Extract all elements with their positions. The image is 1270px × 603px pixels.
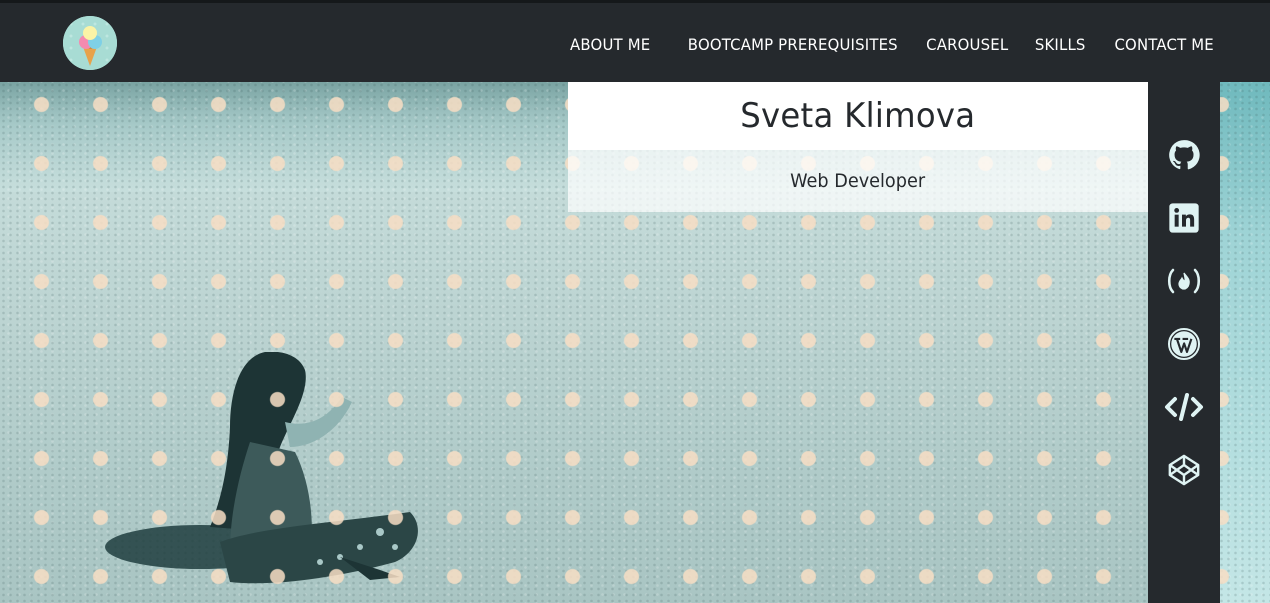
code-icon[interactable] — [1164, 387, 1204, 427]
nav-skills[interactable]: SKILLS — [1034, 35, 1085, 54]
nav-about-me[interactable]: ABOUT ME — [570, 35, 650, 54]
page-subtitle: Web Developer — [790, 170, 926, 192]
main-nav: ABOUT ME BOOTCAMP PREREQUISITES CAROUSEL… — [564, 3, 1214, 85]
nav-bootcamp-prerequisites[interactable]: BOOTCAMP PREREQUISITES — [688, 35, 898, 54]
ice-cream-cone-icon[interactable] — [63, 16, 117, 70]
name-card: Sveta Klimova — [568, 82, 1148, 150]
freecodecamp-icon[interactable] — [1164, 261, 1204, 301]
github-icon[interactable] — [1164, 135, 1204, 175]
nav-contact-me[interactable]: CONTACT ME — [1115, 35, 1214, 54]
wordpress-icon[interactable] — [1164, 324, 1204, 364]
nav-carousel[interactable]: CAROUSEL — [926, 35, 1008, 54]
linkedin-icon[interactable] — [1164, 198, 1204, 238]
navbar: ABOUT ME BOOTCAMP PREREQUISITES CAROUSEL… — [0, 0, 1270, 82]
social-sidebar — [1148, 82, 1220, 603]
page-title: Sveta Klimova — [740, 96, 976, 136]
codepen-icon[interactable] — [1164, 450, 1204, 490]
role-card: Web Developer — [568, 150, 1148, 212]
